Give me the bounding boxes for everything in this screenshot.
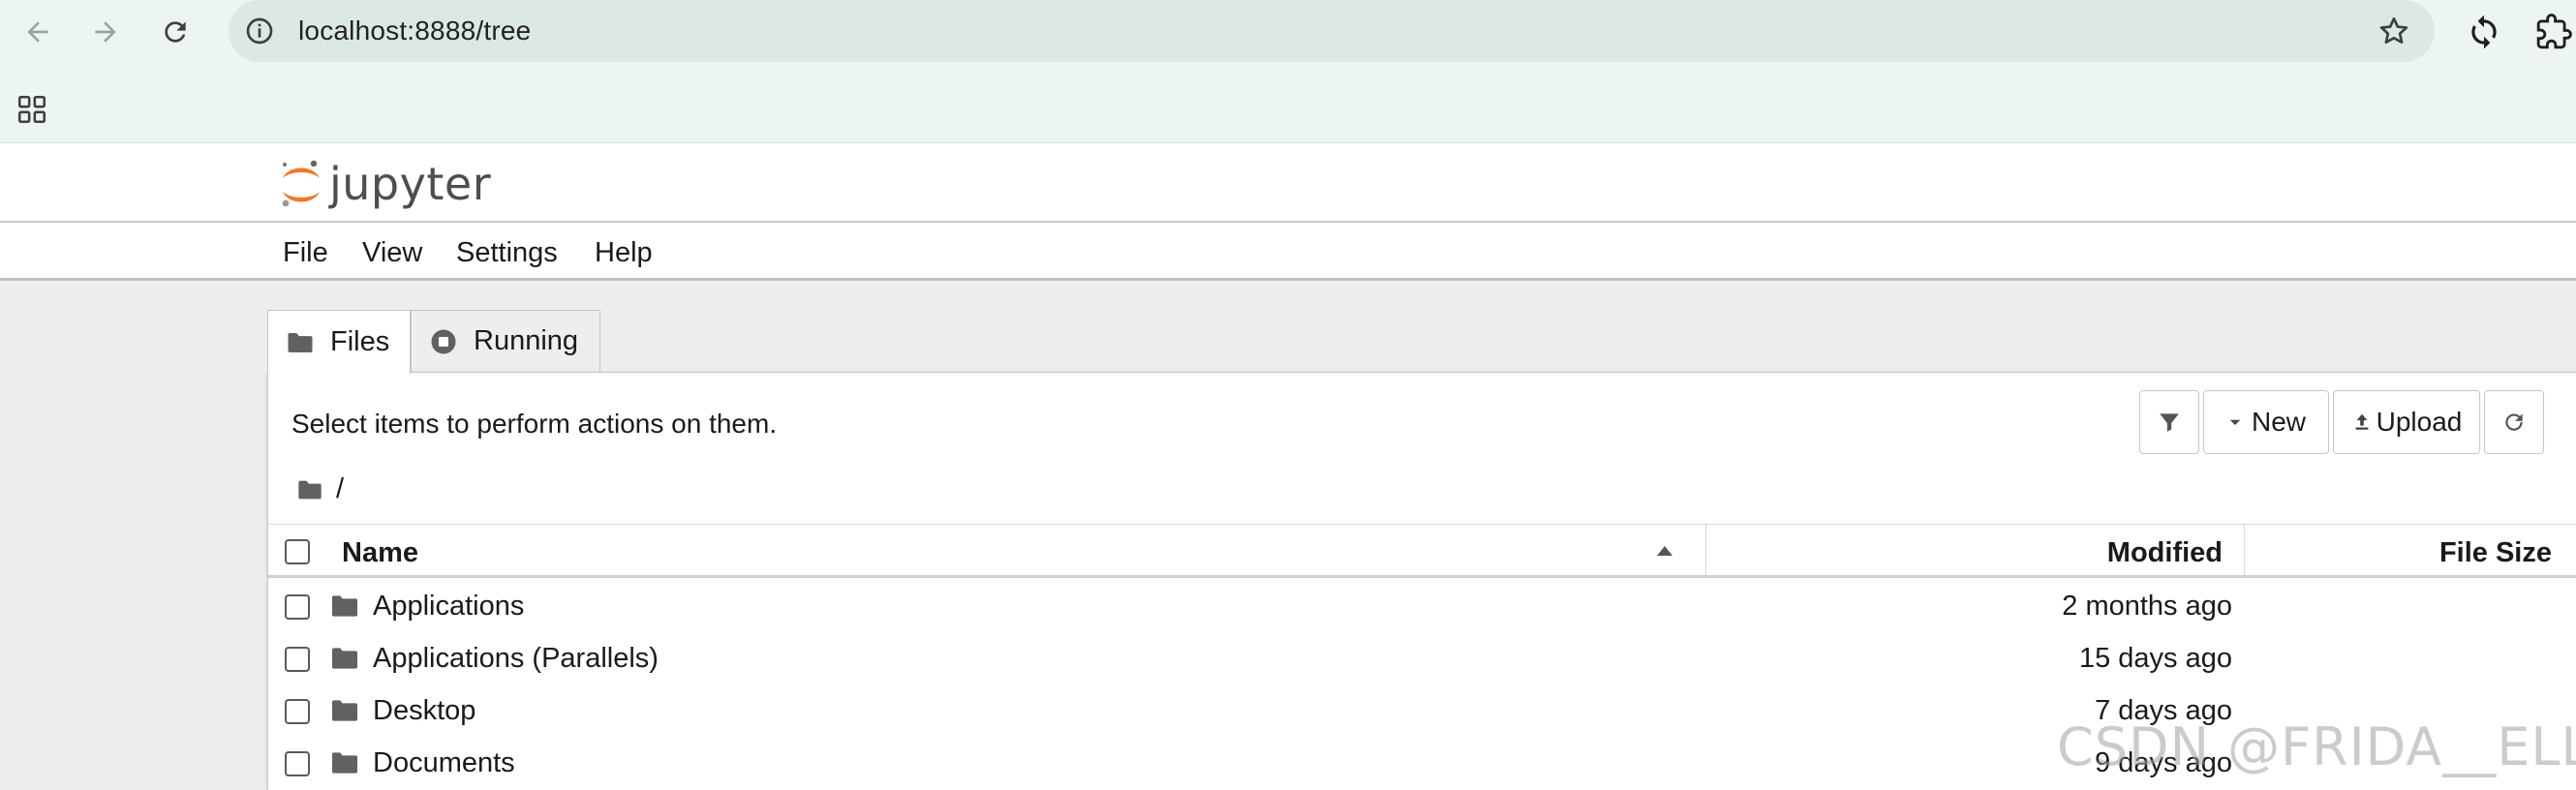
forward-button[interactable] [81,8,130,56]
folder-icon [298,480,322,499]
apps-grid-icon[interactable] [15,93,48,126]
jupyter-logo-icon [282,160,320,207]
selection-hint: Select items to perform actions on them. [291,409,778,439]
tab-files-label: Files [330,326,390,357]
filter-icon [2160,413,2179,432]
browser-toolbar: localhost:8888/tree [0,0,2576,64]
refresh-icon [2505,413,2523,431]
row-checkbox[interactable] [285,699,310,724]
caret-down-icon [2229,419,2241,425]
folder-icon [332,752,357,774]
puzzle-icon[interactable] [2535,14,2572,50]
upload-button-label: Upload [2376,407,2463,437]
menu-settings[interactable]: Settings [456,236,558,269]
folder-icon [332,595,357,617]
url-text[interactable]: localhost:8888/tree [298,15,531,47]
menu-help[interactable]: Help [595,236,653,269]
folder-icon [332,648,357,669]
file-name[interactable]: Applications [373,590,524,623]
jupyter-header: jupyter [0,143,2576,223]
column-divider[interactable] [1705,525,1706,575]
tab-running[interactable]: Running [411,310,600,372]
address-bar[interactable]: localhost:8888/tree [229,0,2435,62]
filter-button[interactable] [2139,390,2199,454]
select-all-checkbox[interactable] [285,539,310,564]
arrow-left-icon [27,21,48,43]
back-button[interactable] [14,8,62,56]
row-checkbox[interactable] [285,647,310,672]
reload-icon [165,21,186,43]
file-name[interactable]: Applications (Parallels) [373,642,659,675]
file-modified: 2 months ago [2062,591,2232,622]
upload-icon [2355,413,2369,430]
file-name[interactable]: Documents [373,746,515,779]
bookmarks-bar [0,64,2576,143]
breadcrumb[interactable]: / [295,473,344,505]
column-name-header[interactable]: Name [342,536,418,569]
file-name[interactable]: Desktop [373,694,475,727]
menu-bar: File View Settings Help [0,223,2576,281]
row-checkbox[interactable] [285,751,310,776]
upload-button[interactable]: Upload [2333,390,2480,454]
stop-circle-icon [431,329,456,353]
breadcrumb-root[interactable]: / [336,473,344,505]
file-modified: 15 days ago [2078,643,2232,674]
jupyter-logo[interactable]: jupyter [279,155,491,213]
new-button[interactable]: New [2203,390,2329,454]
menu-file[interactable]: File [283,236,328,269]
new-button-label: New [2251,407,2306,437]
sort-ascending-icon[interactable] [1657,546,1672,556]
column-size-header[interactable]: File Size [2439,536,2552,569]
star-icon[interactable] [2377,14,2411,48]
column-divider[interactable] [2244,525,2245,575]
info-icon[interactable] [244,15,275,46]
file-list-header: Name Modified File Size [268,524,2576,578]
tab-running-label: Running [474,325,579,356]
column-modified-header[interactable]: Modified [2107,536,2223,569]
watermark: CSDN @FRIDA__ELLEN [2057,716,2576,777]
file-row-applications-parallels[interactable]: Applications (Parallels) 15 days ago [268,632,2576,684]
reload-button[interactable] [151,8,199,56]
tab-files[interactable]: Files [267,310,411,374]
file-row-applications[interactable]: Applications 2 months ago [268,580,2576,632]
refresh-button[interactable] [2484,390,2544,454]
arrow-right-icon [95,21,116,43]
jupyter-logo-text: jupyter [329,158,492,210]
folder-icon [288,332,313,352]
menu-view[interactable]: View [362,236,422,269]
folder-icon [332,700,357,721]
row-checkbox[interactable] [285,594,310,620]
sync-icon[interactable] [2466,14,2502,50]
